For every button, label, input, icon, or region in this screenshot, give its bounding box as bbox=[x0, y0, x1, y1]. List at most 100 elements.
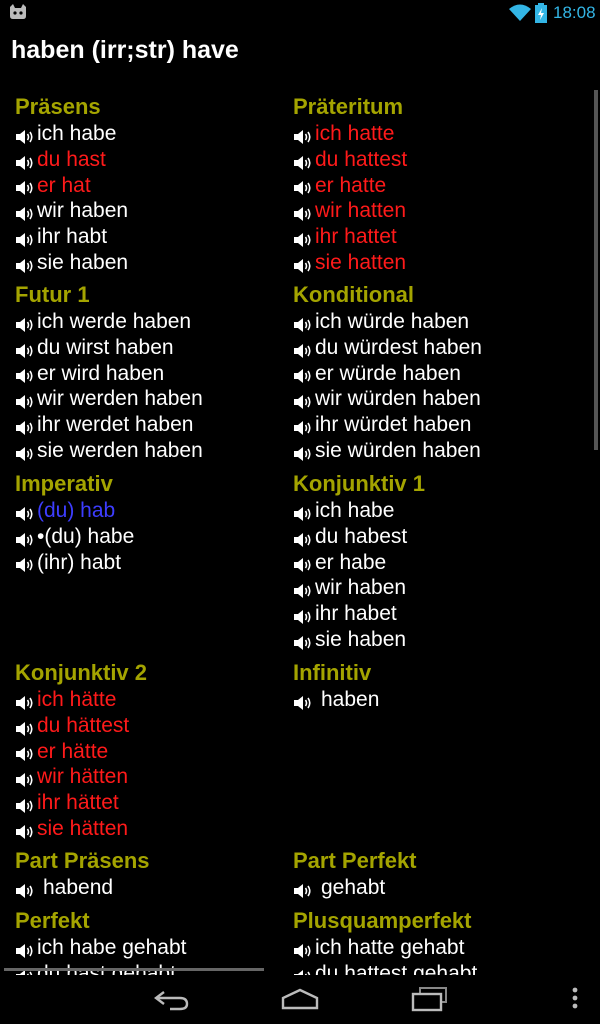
conjugation-row[interactable]: sie hatten bbox=[293, 250, 407, 276]
conjugation-row[interactable]: ihr habt bbox=[15, 224, 128, 250]
conjugation-row[interactable]: sie haben bbox=[15, 250, 128, 276]
speaker-icon[interactable] bbox=[293, 529, 313, 547]
speaker-icon[interactable] bbox=[15, 880, 35, 898]
speaker-icon[interactable] bbox=[293, 365, 313, 384]
conjugation-row[interactable]: du hättest bbox=[15, 713, 147, 739]
speaker-icon[interactable] bbox=[293, 606, 313, 625]
speaker-icon[interactable] bbox=[293, 554, 313, 573]
conjugation-row[interactable]: sie würden haben bbox=[293, 438, 482, 464]
conjugation-form: ich habe bbox=[315, 499, 395, 522]
conjugation-row[interactable]: ich habe bbox=[293, 498, 425, 524]
conjugation-row[interactable]: er würde haben bbox=[293, 361, 482, 387]
conjugation-row[interactable]: ihr hättet bbox=[15, 790, 147, 816]
conjugation-row[interactable]: ihr habet bbox=[293, 601, 425, 627]
conjugation-row[interactable]: ich würde haben bbox=[293, 309, 482, 335]
conjugation-row[interactable]: ich hatte bbox=[293, 121, 407, 147]
conjugation-row[interactable]: sie hätten bbox=[15, 816, 147, 842]
speaker-icon[interactable] bbox=[293, 152, 313, 170]
speaker-icon[interactable] bbox=[293, 417, 313, 436]
speaker-icon[interactable] bbox=[293, 314, 313, 332]
conjugation-row[interactable]: wir haben bbox=[293, 575, 425, 601]
overflow-menu-icon[interactable] bbox=[570, 986, 580, 1012]
conjugation-row[interactable]: wir hätten bbox=[15, 764, 147, 790]
conjugation-table[interactable]: Präsens ich habe du hast er hat wir haben ihr… bbox=[0, 90, 600, 975]
conjugation-row[interactable]: wir werden haben bbox=[15, 386, 203, 412]
speaker-icon[interactable] bbox=[15, 229, 35, 248]
speaker-icon[interactable] bbox=[15, 940, 35, 958]
speaker-icon[interactable] bbox=[15, 554, 35, 573]
conjugation-row[interactable]: er hat bbox=[15, 173, 128, 199]
speaker-icon[interactable] bbox=[15, 743, 35, 762]
speaker-icon[interactable] bbox=[15, 177, 35, 196]
speaker-icon[interactable] bbox=[293, 940, 313, 958]
speaker-icon[interactable] bbox=[15, 795, 35, 814]
speaker-icon[interactable] bbox=[15, 821, 35, 839]
conjugation-row[interactable]: (ihr) habt bbox=[15, 550, 134, 576]
conjugation-row[interactable]: er wird haben bbox=[15, 361, 203, 387]
conjugation-row[interactable]: sie werden haben bbox=[15, 438, 203, 464]
conjugation-row[interactable]: wir haben bbox=[15, 198, 128, 224]
conjugation-row[interactable]: •(du) habe bbox=[15, 524, 134, 550]
speaker-icon[interactable] bbox=[293, 580, 313, 599]
speaker-icon[interactable] bbox=[15, 443, 35, 461]
speaker-icon[interactable] bbox=[15, 152, 35, 170]
speaker-icon[interactable] bbox=[15, 340, 35, 358]
conjugation-row[interactable]: du hattest bbox=[293, 147, 407, 173]
conjugation-row[interactable]: (du) hab bbox=[15, 498, 134, 524]
conjugation-row[interactable]: er hatte bbox=[293, 173, 407, 199]
conjugation-row[interactable]: gehabt bbox=[293, 875, 417, 901]
conjugation-row[interactable]: du wirst haben bbox=[15, 335, 203, 361]
vertical-scrollbar[interactable] bbox=[594, 90, 598, 450]
conjugation-row[interactable]: ich hätte bbox=[15, 687, 147, 713]
back-icon[interactable] bbox=[152, 986, 192, 1012]
conjugation-row[interactable]: ihr würdet haben bbox=[293, 412, 482, 438]
conjugation-row[interactable]: ich werde haben bbox=[15, 309, 203, 335]
conjugation-row[interactable]: wir hatten bbox=[293, 198, 407, 224]
conjugation-row[interactable]: er habe bbox=[293, 550, 425, 576]
speaker-icon[interactable] bbox=[293, 229, 313, 248]
speaker-icon[interactable] bbox=[293, 126, 313, 144]
speaker-icon[interactable] bbox=[15, 255, 35, 273]
recent-apps-icon[interactable] bbox=[410, 986, 450, 1012]
conjugation-row[interactable]: du hattest gehabt bbox=[293, 961, 477, 975]
conjugation-row[interactable]: ihr werdet haben bbox=[15, 412, 203, 438]
speaker-icon[interactable] bbox=[15, 692, 35, 710]
conjugation-row[interactable]: wir würden haben bbox=[293, 386, 482, 412]
conjugation-row[interactable]: er hätte bbox=[15, 739, 147, 765]
speaker-icon[interactable] bbox=[15, 718, 35, 736]
speaker-icon[interactable] bbox=[293, 443, 313, 461]
section-praeteritum: Präteritum ich hatte du hattest er hatte wir… bbox=[293, 93, 407, 276]
conjugation-row[interactable]: du hast bbox=[15, 147, 128, 173]
conjugation-row[interactable]: sie haben bbox=[293, 627, 425, 653]
speaker-icon[interactable] bbox=[293, 177, 313, 196]
speaker-icon[interactable] bbox=[15, 365, 35, 384]
speaker-icon[interactable] bbox=[15, 417, 35, 436]
speaker-icon[interactable] bbox=[15, 503, 35, 521]
conjugation-row[interactable]: ich habe bbox=[15, 121, 128, 147]
speaker-icon[interactable] bbox=[15, 529, 35, 547]
conjugation-form: er hätte bbox=[37, 739, 109, 763]
conjugation-row[interactable]: ich hatte gehabt bbox=[293, 935, 477, 961]
conjugation-row[interactable]: du würdest haben bbox=[293, 335, 482, 361]
speaker-icon[interactable] bbox=[15, 391, 35, 410]
speaker-icon[interactable] bbox=[293, 692, 313, 710]
speaker-icon[interactable] bbox=[293, 632, 313, 650]
speaker-icon[interactable] bbox=[15, 126, 35, 144]
conjugation-row[interactable]: ihr hattet bbox=[293, 224, 407, 250]
speaker-icon[interactable] bbox=[293, 255, 313, 273]
speaker-icon[interactable] bbox=[293, 391, 313, 410]
speaker-icon[interactable] bbox=[293, 880, 313, 898]
conjugation-row[interactable]: ich habe gehabt bbox=[15, 935, 186, 961]
conjugation-row[interactable]: du habest bbox=[293, 524, 425, 550]
speaker-icon[interactable] bbox=[15, 314, 35, 332]
conjugation-form: er hatte bbox=[315, 173, 387, 197]
conjugation-row[interactable]: haben bbox=[293, 687, 379, 713]
home-icon[interactable] bbox=[280, 986, 320, 1012]
speaker-icon[interactable] bbox=[293, 966, 313, 975]
speaker-icon[interactable] bbox=[293, 503, 313, 521]
speaker-icon[interactable] bbox=[15, 203, 35, 222]
speaker-icon[interactable] bbox=[293, 203, 313, 222]
conjugation-row[interactable]: habend bbox=[15, 875, 150, 901]
speaker-icon[interactable] bbox=[293, 340, 313, 358]
speaker-icon[interactable] bbox=[15, 769, 35, 788]
